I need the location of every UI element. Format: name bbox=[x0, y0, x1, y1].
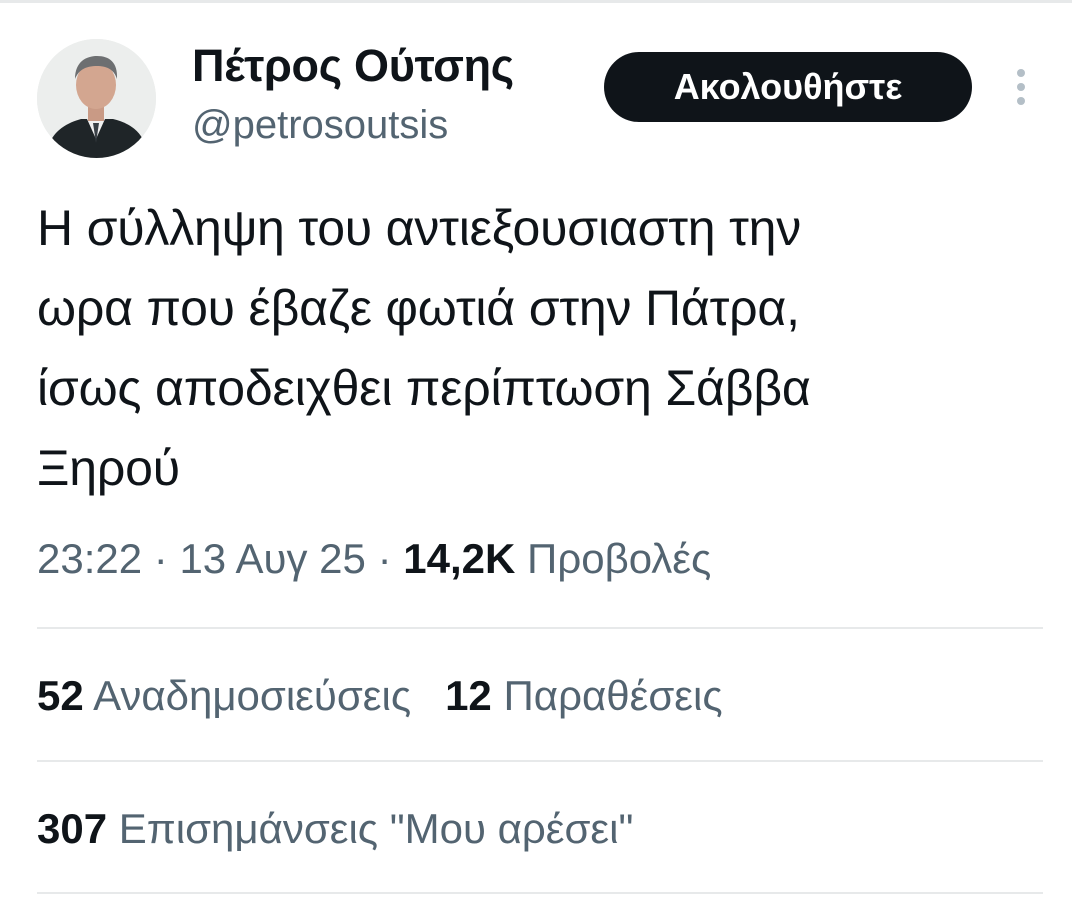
display-name[interactable]: Πέτρος Ούτσης bbox=[192, 40, 514, 92]
divider bbox=[37, 892, 1043, 894]
tweet-text: Η σύλληψη του αντιεξουσιαστη την ωρα που… bbox=[37, 188, 1047, 508]
reposts-stat[interactable]: 52 Αναδημοσιεύσεις bbox=[37, 672, 411, 719]
user-handle[interactable]: @petrosoutsis bbox=[192, 103, 448, 148]
more-dot bbox=[1017, 83, 1025, 91]
tweet-date[interactable]: 13 Αυγ 25 bbox=[179, 535, 365, 582]
likes-row: 307 Επισημάνσεις "Μου αρέσει" bbox=[37, 805, 633, 853]
engagement-row: 52 Αναδημοσιεύσεις 12 Παραθέσεις bbox=[37, 672, 723, 720]
views-label: Προβολές bbox=[526, 535, 712, 582]
divider bbox=[37, 627, 1043, 629]
quotes-stat[interactable]: 12 Παραθέσεις bbox=[445, 672, 722, 719]
quotes-label: Παραθέσεις bbox=[503, 672, 723, 719]
tweet-line: Ξηρού bbox=[37, 440, 180, 496]
reposts-label: Αναδημοσιεύσεις bbox=[93, 672, 412, 719]
more-dot bbox=[1017, 97, 1025, 105]
profile-photo-icon bbox=[37, 39, 156, 158]
tweet-meta: 23:22 · 13 Αυγ 25 · 14,2K Προβολές bbox=[37, 535, 711, 583]
likes-stat[interactable]: 307 Επισημάνσεις "Μου αρέσει" bbox=[37, 805, 633, 852]
views-count: 14,2K bbox=[403, 535, 516, 582]
likes-label: Επισημάνσεις "Μου αρέσει" bbox=[118, 805, 634, 852]
more-vertical-icon[interactable] bbox=[1001, 62, 1041, 112]
follow-button[interactable]: Ακολουθήστε bbox=[604, 52, 972, 122]
reposts-count: 52 bbox=[37, 672, 84, 719]
tweet-line: ωρα που έβαζε φωτιά στην Πάτρα, bbox=[37, 280, 800, 336]
quotes-count: 12 bbox=[445, 672, 492, 719]
tweet-line: Η σύλληψη του αντιεξουσιαστη την bbox=[37, 200, 802, 256]
tweet-time[interactable]: 23:22 bbox=[37, 535, 142, 582]
avatar[interactable] bbox=[37, 39, 156, 158]
likes-count: 307 bbox=[37, 805, 108, 852]
tweet-line: ίσως αποδειχθει περίπτωση Σάββα bbox=[37, 360, 811, 416]
more-dot bbox=[1017, 69, 1025, 77]
meta-separator: · bbox=[377, 535, 392, 582]
top-divider bbox=[0, 0, 1072, 3]
meta-separator: · bbox=[153, 535, 168, 582]
divider bbox=[37, 760, 1043, 762]
